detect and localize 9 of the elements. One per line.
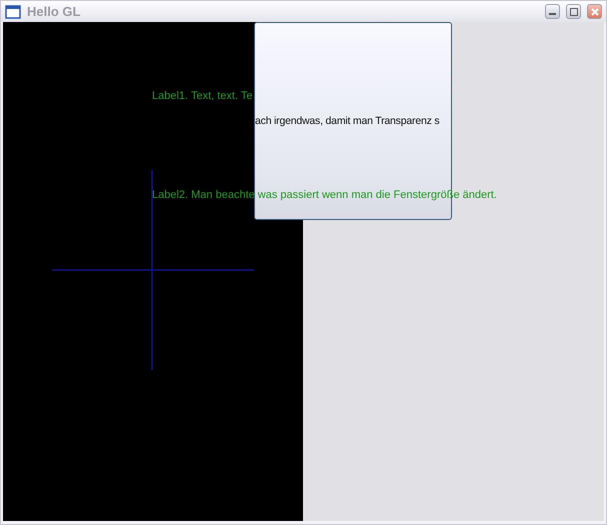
minimize-button[interactable]: [545, 4, 560, 19]
close-button[interactable]: [587, 4, 602, 19]
window-title: Hello GL: [27, 4, 82, 19]
window-icon: [5, 4, 21, 18]
label-text: Label1. Text, text. Te: [152, 90, 252, 102]
maximize-button[interactable]: [566, 4, 581, 19]
maximize-icon: [570, 8, 578, 16]
panel-text: ach irgendwas, damit man Transparenz s: [255, 115, 440, 127]
close-icon: [590, 8, 598, 16]
